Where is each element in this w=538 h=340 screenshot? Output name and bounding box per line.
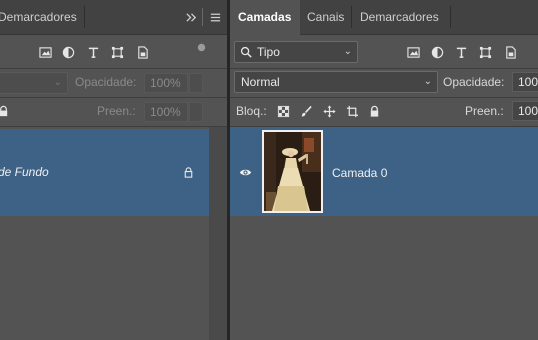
lock-artboard-icon[interactable]: [345, 104, 359, 118]
layer-row-background[interactable]: de Fundo: [0, 129, 209, 216]
panel-menu-icon[interactable]: [208, 10, 222, 24]
lock-icon: [181, 165, 195, 179]
filter-toggle-icon[interactable]: [194, 40, 208, 54]
tab-camadas[interactable]: Camadas: [230, 0, 300, 36]
layer-row-camada-0[interactable]: Camada 0: [230, 127, 538, 216]
chevron-down-icon: ⌄: [423, 76, 432, 87]
chevron-down-icon: ⌄: [343, 46, 352, 57]
blend-row: Normal ⌄ Opacidade: 100%: [230, 69, 538, 97]
lock-all-icon[interactable]: [367, 104, 381, 118]
lock-row: Bloq.: Preen.: 100%: [230, 98, 538, 126]
fill-stepper[interactable]: [189, 102, 203, 122]
fill-input[interactable]: 100%: [144, 102, 188, 122]
lock-label: Bloq.:: [236, 104, 267, 118]
eye-icon[interactable]: [237, 165, 253, 179]
tab-separator: [351, 6, 352, 28]
tab-bar: Camadas Canais Demarcadores: [230, 0, 538, 36]
fill-input[interactable]: 100%: [512, 101, 538, 121]
image-filter-icon[interactable]: [406, 45, 420, 59]
adjustment-filter-icon[interactable]: [61, 45, 75, 59]
blend-mode-select[interactable]: Normal ⌄: [234, 71, 438, 93]
image-filter-icon[interactable]: [38, 45, 52, 59]
adjustment-filter-icon[interactable]: [430, 45, 444, 59]
type-filter-icon[interactable]: [86, 45, 100, 59]
blend-mode-select[interactable]: ⌄: [0, 72, 68, 94]
chevron-down-icon: ⌄: [53, 77, 62, 88]
left-tab-bar: Demarcadores: [0, 0, 227, 35]
tab-separator: [202, 8, 203, 26]
fill-label: Preen.:: [97, 104, 136, 118]
layer-name[interactable]: de Fundo: [0, 165, 49, 179]
lock-image-pixels-icon[interactable]: [299, 104, 313, 118]
left-layers-panel: Demarcadores ⌄ Opacidade: 100% Preen.: 1…: [0, 0, 227, 340]
left-lock-row: Preen.: 100%: [0, 98, 227, 126]
search-icon: [239, 45, 253, 59]
thumbnail-image: [264, 132, 321, 211]
opacity-label: Opacidade:: [443, 75, 505, 89]
shape-filter-icon[interactable]: [478, 45, 492, 59]
opacity-stepper[interactable]: [189, 73, 203, 93]
shape-filter-icon[interactable]: [110, 45, 124, 59]
tab-separator: [450, 6, 451, 28]
left-blend-row: ⌄ Opacidade: 100%: [0, 69, 227, 97]
lock-position-icon[interactable]: [322, 104, 336, 118]
fill-label: Preen.:: [465, 104, 504, 118]
layers-panel: Camadas Canais Demarcadores Tipo ⌄ Norma…: [230, 0, 538, 340]
scrollbar-track[interactable]: [209, 127, 227, 340]
opacity-label: Opacidade:: [75, 75, 137, 89]
layer-name[interactable]: Camada 0: [332, 166, 387, 180]
lock-transparent-pixels-icon[interactable]: [276, 104, 290, 118]
opacity-input[interactable]: 100%: [512, 72, 538, 92]
smart-object-filter-icon[interactable]: [135, 45, 149, 59]
smart-object-filter-icon[interactable]: [503, 45, 517, 59]
tab-separator: [84, 6, 85, 28]
tab-canais[interactable]: Canais: [307, 0, 344, 35]
tab-demarcadores-left[interactable]: Demarcadores: [0, 0, 77, 35]
opacity-input[interactable]: 100%: [144, 73, 188, 93]
filter-row: Tipo ⌄: [230, 36, 538, 68]
filter-type-select[interactable]: Tipo ⌄: [234, 41, 358, 63]
type-filter-icon[interactable]: [454, 45, 468, 59]
layer-thumbnail[interactable]: [262, 130, 323, 213]
double-chevron-right-icon[interactable]: [184, 10, 198, 24]
lock-icon[interactable]: [0, 104, 10, 118]
divider: [0, 126, 227, 127]
left-filter-row: [0, 36, 227, 68]
tab-demarcadores[interactable]: Demarcadores: [360, 0, 439, 35]
